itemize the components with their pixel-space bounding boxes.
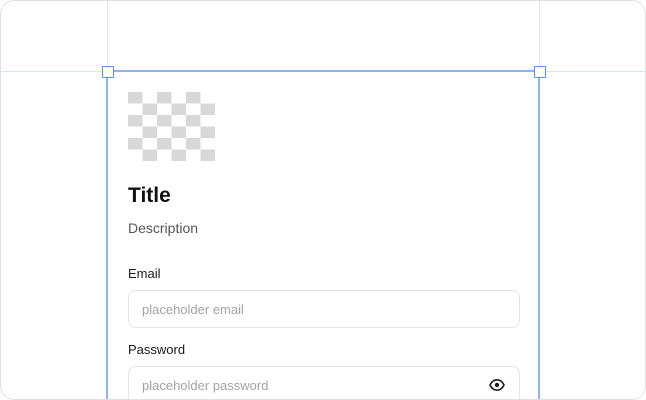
- resize-handle-top-right[interactable]: [534, 66, 546, 78]
- canvas-frame: Title Description Email Password: [0, 0, 646, 400]
- email-label: Email: [128, 266, 161, 281]
- card-description: Description: [128, 220, 199, 236]
- password-field-box[interactable]: [128, 366, 520, 399]
- card-title: Title: [128, 184, 171, 207]
- resize-handle-top-left[interactable]: [102, 66, 114, 78]
- email-input[interactable]: [142, 291, 472, 327]
- password-label: Password: [128, 342, 186, 357]
- image-placeholder-icon: [128, 92, 215, 161]
- login-card: Title Description Email Password: [128, 92, 520, 399]
- email-field-box[interactable]: [128, 290, 520, 328]
- eye-icon[interactable]: [489, 378, 505, 392]
- password-input[interactable]: [142, 367, 472, 399]
